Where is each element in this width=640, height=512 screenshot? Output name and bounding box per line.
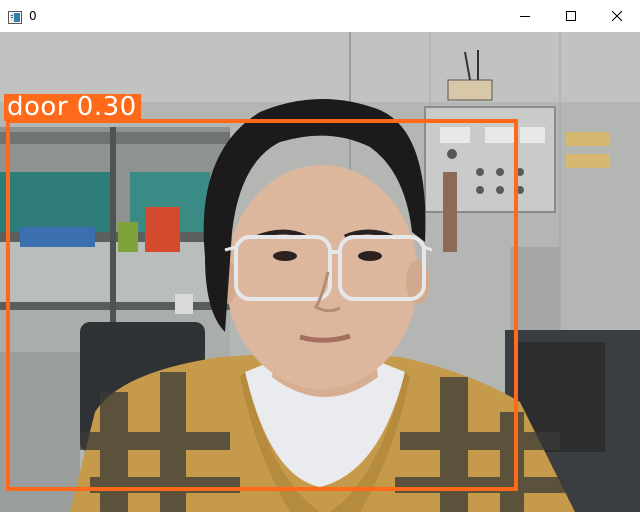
close-icon <box>612 11 622 21</box>
minimize-button[interactable] <box>502 0 548 32</box>
detection-label: door 0.30 <box>4 94 141 121</box>
maximize-icon <box>566 11 576 21</box>
minimize-icon <box>520 11 530 21</box>
app-window: 0 door 0.30 <box>0 0 640 512</box>
maximize-button[interactable] <box>548 0 594 32</box>
title-bar[interactable]: 0 <box>0 0 640 32</box>
window-app-icon <box>8 9 22 24</box>
detection-bounding-box <box>6 119 518 491</box>
close-button[interactable] <box>594 0 640 32</box>
window-title: 0 <box>29 9 37 23</box>
camera-frame: door 0.30 <box>0 32 640 512</box>
